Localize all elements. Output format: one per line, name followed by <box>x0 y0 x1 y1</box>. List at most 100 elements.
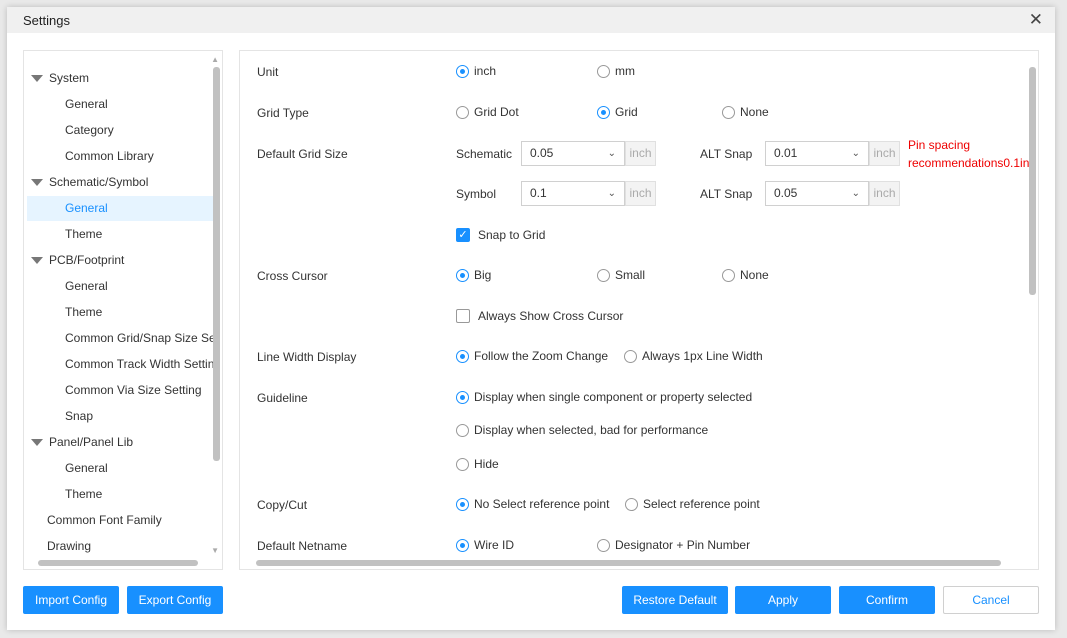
line-width-radio-option[interactable]: Always 1px Line Width <box>624 349 763 363</box>
pin-spacing-hint-line1: Pin spacing <box>908 138 971 152</box>
nav-item-label: Theme <box>65 487 103 501</box>
grid-type-radio-option[interactable]: Grid <box>597 105 638 119</box>
checkbox-icon[interactable]: ✓ <box>456 228 470 242</box>
radio-icon[interactable] <box>456 390 469 404</box>
content-vertical-scrollbar[interactable] <box>1029 67 1036 295</box>
title-bar: Settings ✕ <box>7 7 1055 33</box>
nav-item[interactable]: System <box>27 66 213 91</box>
dialog-title: Settings <box>23 13 70 28</box>
radio-icon[interactable] <box>456 64 469 78</box>
radio-icon[interactable] <box>456 538 469 552</box>
guideline-radio-option[interactable]: Display when single component or propert… <box>456 390 752 404</box>
copy-cut-radio-option[interactable]: No Select reference point <box>456 497 609 511</box>
nav-item[interactable]: Theme <box>27 300 213 325</box>
schematic-alt-snap-select[interactable]: 0.01 ⌄ <box>765 141 869 166</box>
nav-item[interactable]: Schematic/Symbol <box>27 170 213 195</box>
nav-horizontal-scrollbar[interactable] <box>38 560 198 566</box>
nav-item[interactable]: Common Via Size Setting <box>27 378 213 403</box>
nav-item[interactable]: Common Track Width Settin <box>27 352 213 377</box>
unit-suffix: inch <box>869 181 900 206</box>
guideline-radio-option[interactable]: Display when selected, bad for performan… <box>456 423 708 437</box>
content-horizontal-scrollbar[interactable] <box>256 560 1001 566</box>
unit-suffix: inch <box>625 181 656 206</box>
nav-item[interactable]: PCB/Footprint <box>27 248 213 273</box>
caret-down-icon[interactable] <box>31 439 43 447</box>
radio-icon[interactable] <box>722 105 735 119</box>
unit-label: Unit <box>257 65 279 79</box>
radio-label: None <box>740 268 769 282</box>
radio-label: Grid <box>615 105 638 119</box>
nav-item[interactable]: Panel/Panel Lib <box>27 430 213 455</box>
snap-to-grid-checkbox[interactable]: ✓ Snap to Grid <box>456 228 545 242</box>
radio-icon[interactable] <box>722 268 735 282</box>
cancel-button[interactable]: Cancel <box>943 586 1039 614</box>
nav-item[interactable]: General <box>27 196 213 221</box>
nav-item[interactable]: Common Library <box>27 144 213 169</box>
copy-cut-radio-option[interactable]: Select reference point <box>625 497 760 511</box>
symbol-grid-select[interactable]: 0.1 ⌄ <box>521 181 625 206</box>
caret-down-icon[interactable] <box>31 179 43 187</box>
grid-type-radio-option[interactable]: Grid Dot <box>456 105 519 119</box>
export-config-button[interactable]: Export Config <box>127 586 223 614</box>
radio-icon[interactable] <box>624 349 637 363</box>
import-config-button[interactable]: Import Config <box>23 586 119 614</box>
settings-nav: ▲ ▼ System General Category Common Library S… <box>23 50 223 570</box>
radio-icon[interactable] <box>456 105 469 119</box>
line-width-radio-option[interactable]: Follow the Zoom Change <box>456 349 608 363</box>
nav-item[interactable]: Drawing <box>27 534 213 559</box>
nav-item[interactable]: Theme <box>27 482 213 507</box>
radio-label: No Select reference point <box>474 497 610 511</box>
cross-cursor-radio-option[interactable]: None <box>722 268 769 282</box>
chevron-down-icon: ⌄ <box>851 188 860 199</box>
unit-radio-option[interactable]: mm <box>597 64 635 78</box>
radio-icon[interactable] <box>625 497 638 511</box>
radio-icon[interactable] <box>456 268 469 282</box>
unit-radio-option[interactable]: inch <box>456 64 496 78</box>
radio-icon[interactable] <box>456 457 469 471</box>
radio-icon[interactable] <box>597 64 610 78</box>
radio-label: Grid Dot <box>474 105 519 119</box>
guideline-radio-option[interactable]: Hide <box>456 457 499 471</box>
cross-cursor-radio-option[interactable]: Big <box>456 268 491 282</box>
nav-item[interactable]: Common Grid/Snap Size Se <box>27 326 213 351</box>
radio-icon[interactable] <box>597 268 610 282</box>
nav-item[interactable]: Common Font Family <box>27 508 213 533</box>
confirm-button[interactable]: Confirm <box>839 586 935 614</box>
guideline-label: Guideline <box>257 391 308 405</box>
radio-label: Big <box>474 268 492 282</box>
apply-button[interactable]: Apply <box>735 586 831 614</box>
checkbox-icon[interactable] <box>456 309 470 323</box>
radio-icon[interactable] <box>456 423 469 437</box>
nav-item[interactable]: General <box>27 456 213 481</box>
radio-icon[interactable] <box>597 538 610 552</box>
nav-item-label: General <box>65 279 108 293</box>
schematic-grid-select[interactable]: 0.05 ⌄ <box>521 141 625 166</box>
nav-item[interactable]: General <box>27 92 213 117</box>
nav-item[interactable]: Theme <box>27 222 213 247</box>
netname-radio-option[interactable]: Designator + Pin Number <box>597 538 750 552</box>
cross-cursor-radio-option[interactable]: Small <box>597 268 645 282</box>
caret-down-icon[interactable] <box>31 75 43 83</box>
grid-type-radio-option[interactable]: None <box>722 105 769 119</box>
close-icon[interactable]: ✕ <box>1029 10 1043 30</box>
nav-item-label: Theme <box>65 227 103 241</box>
nav-item[interactable]: General <box>27 274 213 299</box>
restore-default-button[interactable]: Restore Default <box>622 586 728 614</box>
cross-cursor-label: Cross Cursor <box>257 269 328 283</box>
select-value: 0.1 <box>530 186 547 200</box>
always-show-cross-checkbox[interactable]: Always Show Cross Cursor <box>456 309 623 323</box>
radio-icon[interactable] <box>597 105 610 119</box>
symbol-alt-snap-select[interactable]: 0.05 ⌄ <box>765 181 869 206</box>
netname-radio-option[interactable]: Wire ID <box>456 538 514 552</box>
radio-icon[interactable] <box>456 349 469 363</box>
nav-item-label: Drawing <box>47 539 92 553</box>
scroll-up-icon[interactable]: ▲ <box>211 55 219 64</box>
nav-item[interactable]: Category <box>27 118 213 143</box>
unit-suffix: inch <box>625 141 656 166</box>
caret-down-icon[interactable] <box>31 257 43 265</box>
chevron-down-icon: ⌄ <box>851 148 860 159</box>
nav-vertical-scrollbar[interactable] <box>213 67 220 461</box>
nav-item-label: General <box>65 201 108 215</box>
nav-item[interactable]: Snap <box>27 404 213 429</box>
radio-icon[interactable] <box>456 497 469 511</box>
